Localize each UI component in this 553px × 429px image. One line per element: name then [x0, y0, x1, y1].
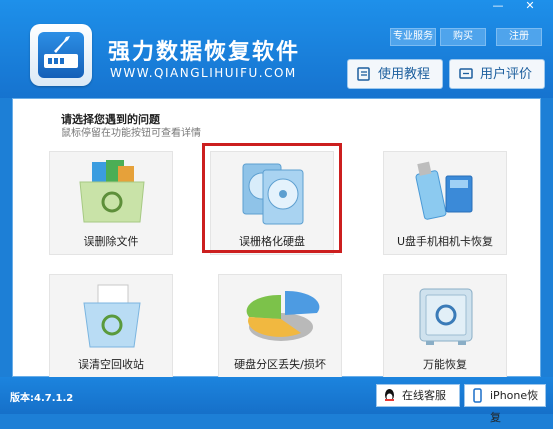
- recycle-bin-icon: [83, 284, 141, 348]
- footer: 版本:4.7.1.2 在线客服 iPhone恢复: [0, 377, 553, 424]
- tile-label: U盘手机相机卡恢复: [396, 235, 494, 248]
- qq-penguin-icon: [385, 389, 394, 401]
- iphone-recovery-label: iPhone恢复: [490, 389, 539, 424]
- close-button[interactable]: ✕: [520, 0, 540, 14]
- tile-deleted-files[interactable]: 误删除文件: [49, 151, 173, 255]
- user-review-label: 用户评价: [480, 67, 533, 82]
- safe-box-icon: [419, 288, 473, 345]
- main-panel: 请选择您遇到的问题 鼠标停留在功能按钮可查看详情 误删除文件 误栅格化硬盘 U盘…: [12, 98, 541, 378]
- online-service-button[interactable]: 在线客服: [376, 384, 460, 407]
- phone-icon: [473, 388, 482, 403]
- comment-icon: [459, 68, 473, 79]
- iphone-recovery-button[interactable]: iPhone恢复: [464, 384, 546, 424]
- tile-label: 万能恢复: [423, 358, 467, 371]
- tile-label: 误栅格化硬盘: [239, 235, 305, 248]
- minimize-button[interactable]: —: [488, 0, 508, 14]
- hard-disk-icon: [242, 163, 304, 225]
- app-window: 强力数据恢复软件 WWW.QIANGLIHUIFU.COM 专业服务 购买 注册…: [0, 0, 553, 424]
- wrench-icon: [54, 36, 70, 53]
- drive-icon: [44, 54, 78, 68]
- tile-universal-recovery[interactable]: 万能恢复: [383, 274, 507, 378]
- tile-formatted-disk[interactable]: 误栅格化硬盘: [210, 151, 334, 255]
- register-link[interactable]: 注册: [496, 28, 542, 46]
- tile-label: 误删除文件: [83, 235, 139, 248]
- user-review-button[interactable]: 用户评价: [449, 59, 545, 89]
- tile-usb-phone-card[interactable]: U盘手机相机卡恢复: [383, 151, 507, 255]
- folder-recycle-icon: [79, 160, 145, 223]
- hover-hint: 鼠标停留在功能按钮可查看详情: [61, 128, 201, 139]
- tile-label: 误清空回收站: [78, 358, 144, 371]
- app-title: 强力数据恢复软件: [108, 40, 301, 65]
- logo-icon: [38, 32, 84, 78]
- tutorial-label: 使用教程: [378, 67, 431, 82]
- usb-sd-card-icon: [415, 161, 473, 220]
- document-icon: [357, 67, 370, 81]
- online-service-label: 在线客服: [402, 389, 446, 402]
- app-logo: [30, 24, 92, 86]
- app-url[interactable]: WWW.QIANGLIHUIFU.COM: [110, 66, 297, 80]
- tile-label: 硬盘分区丢失/损坏: [234, 358, 326, 371]
- pie-partition-icon: [246, 290, 320, 341]
- buy-link[interactable]: 购买: [440, 28, 486, 46]
- tile-partition-lost[interactable]: 硬盘分区丢失/损坏: [218, 274, 342, 378]
- tutorial-button[interactable]: 使用教程: [347, 59, 443, 89]
- tile-emptied-recycle-bin[interactable]: 误清空回收站: [49, 274, 173, 378]
- pro-service-link[interactable]: 专业服务: [390, 28, 436, 46]
- version-label: 版本:4.7.1.2: [10, 393, 74, 404]
- header: 强力数据恢复软件 WWW.QIANGLIHUIFU.COM 专业服务 购买 注册…: [0, 0, 553, 98]
